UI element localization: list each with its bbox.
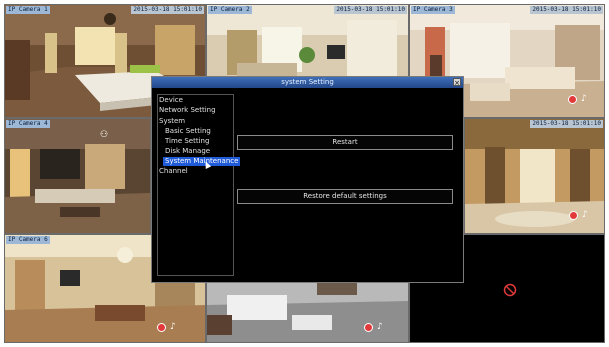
camera-timestamp: 2015-03-18 15:01:10 <box>131 6 204 14</box>
record-icon <box>569 211 578 220</box>
camera-label: IP Camera 6 <box>6 236 50 244</box>
system-setting-dialog: system Setting × Device Network Setting … <box>151 76 464 283</box>
network-icon: ⚇ <box>100 130 109 140</box>
camera-cell-5[interactable]: 2015-03-18 15:01:10 ♪ <box>464 118 605 234</box>
restart-button[interactable]: Restart <box>237 135 453 150</box>
camera-cell-4[interactable]: IP Camera 4 ⚇ <box>4 118 151 234</box>
no-signal-icon <box>503 283 517 297</box>
tree-item-time-setting[interactable]: Time Setting <box>165 137 209 146</box>
dialog-title: system Setting <box>152 77 463 88</box>
audio-icon: ♪ <box>582 210 588 220</box>
settings-tree: Device Network Setting System Basic Sett… <box>157 94 241 276</box>
camera-timestamp: 2015-03-18 15:01:10 <box>334 6 407 14</box>
camera-timestamp: 2015-03-18 15:01:10 <box>530 6 603 14</box>
tree-item-system[interactable]: System <box>159 117 185 126</box>
record-icon <box>568 95 577 104</box>
restore-default-button[interactable]: Restore default settings <box>237 189 453 204</box>
tree-item-channel[interactable]: Channel <box>159 167 188 176</box>
tree-item-network-setting[interactable]: Network Setting <box>159 106 216 115</box>
audio-icon: ♪ <box>377 322 383 332</box>
tree-item-disk-manage[interactable]: Disk Manage <box>165 147 210 156</box>
camera-view-hall <box>5 119 150 233</box>
tree-item-basic-setting[interactable]: Basic Setting <box>165 127 211 136</box>
audio-icon: ♪ <box>581 94 587 104</box>
audio-icon: ♪ <box>170 322 176 332</box>
camera-label: IP Camera 4 <box>6 120 50 128</box>
camera-grid: IP Camera 1 2015-03-18 15:01:10 IP Camer… <box>4 4 605 343</box>
record-icon <box>157 323 166 332</box>
record-icon <box>364 323 373 332</box>
close-icon[interactable]: × <box>453 78 461 87</box>
camera-label: IP Camera 1 <box>6 6 50 14</box>
camera-label: IP Camera 3 <box>411 6 455 14</box>
tree-item-device[interactable]: Device <box>159 96 183 105</box>
camera-timestamp: 2015-03-18 15:01:10 <box>530 120 603 128</box>
camera-label: IP Camera 2 <box>208 6 252 14</box>
tree-item-system-maintenance[interactable]: System Maintenance <box>163 157 241 166</box>
